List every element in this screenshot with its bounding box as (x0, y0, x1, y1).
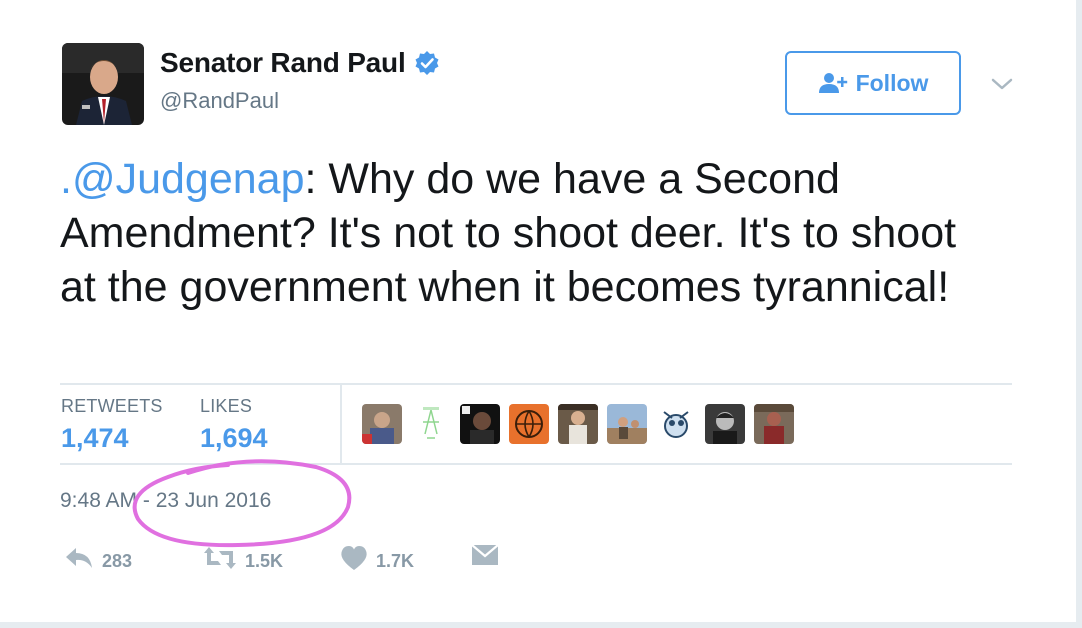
liker-avatars (362, 404, 803, 444)
add-user-icon (818, 73, 847, 93)
liker-avatar[interactable] (362, 404, 402, 444)
retweets-count: 1,474 (61, 423, 129, 453)
liker-avatar[interactable] (460, 404, 500, 444)
liker-avatar[interactable] (656, 404, 696, 444)
verified-badge-icon (415, 51, 439, 75)
retweet-icon (204, 546, 236, 569)
window-edge-right (1076, 0, 1082, 628)
reply-count: 283 (102, 551, 133, 571)
liker-avatar[interactable] (558, 404, 598, 444)
window-edge-bottom (0, 622, 1076, 628)
liker-avatar[interactable] (411, 404, 451, 444)
retweets-stat[interactable]: RETWEETS 1,474 (61, 396, 163, 454)
liker-avatar[interactable] (754, 404, 794, 444)
follow-button[interactable]: Follow (785, 51, 961, 115)
retweets-label: RETWEETS (61, 396, 163, 416)
likes-stat[interactable]: LIKES 1,694 (200, 396, 268, 454)
liker-avatar[interactable] (607, 404, 647, 444)
author-name-row: Senator Rand Paul (160, 47, 440, 79)
stats-divider (340, 385, 342, 463)
highlight-ellipse-annotation (132, 459, 352, 548)
retweet-count: 1.5K (245, 551, 284, 571)
direct-message-action[interactable] (471, 543, 499, 567)
reply-icon (66, 547, 92, 568)
liker-avatar[interactable] (705, 404, 745, 444)
tweet-text: .@Judgenap: Why do we have a Second Amen… (60, 152, 960, 314)
retweet-action[interactable]: 1.5K (203, 543, 283, 572)
follow-button-label: Follow (855, 69, 929, 96)
like-action[interactable]: 1.7K (340, 543, 414, 572)
author-avatar[interactable] (62, 43, 144, 125)
envelope-icon (471, 544, 499, 565)
chevron-down-icon[interactable] (990, 76, 1014, 92)
tweet-mention-link[interactable]: .@Judgenap (60, 155, 305, 203)
liker-avatar[interactable] (509, 404, 549, 444)
reply-action[interactable]: 283 (64, 543, 132, 572)
divider (60, 383, 1012, 385)
author-handle[interactable]: @RandPaul (160, 88, 279, 114)
likes-count: 1,694 (200, 423, 268, 453)
heart-icon (341, 545, 367, 570)
like-count: 1.7K (376, 551, 415, 571)
likes-label: LIKES (200, 396, 253, 416)
author-name[interactable]: Senator Rand Paul (160, 47, 406, 79)
